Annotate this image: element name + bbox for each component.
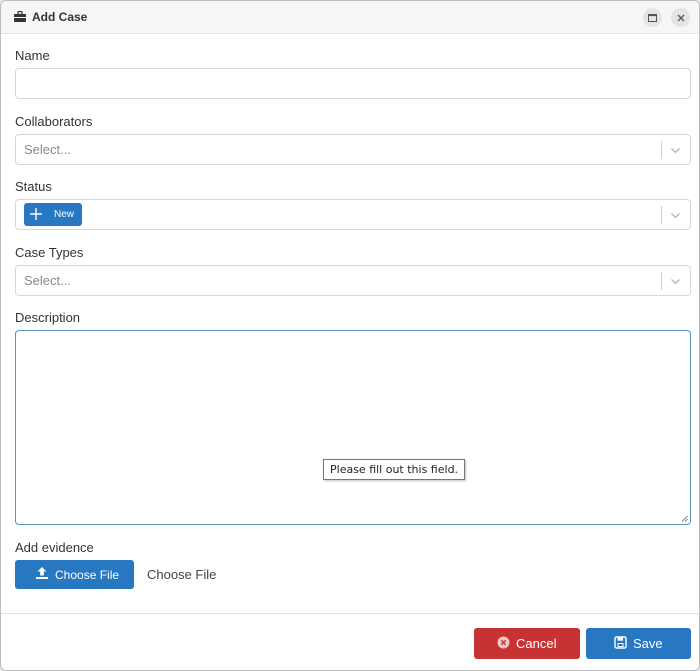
description-textarea[interactable] (15, 330, 691, 525)
status-select[interactable]: New (15, 199, 691, 230)
chevron-down-icon[interactable] (670, 276, 681, 287)
file-name-text: Choose File (147, 567, 217, 582)
resize-grip-icon[interactable] (681, 515, 688, 522)
cancel-circle-icon (497, 636, 510, 649)
maximize-icon (648, 13, 657, 22)
status-chip-new[interactable]: New (24, 203, 82, 226)
upload-icon (36, 567, 48, 579)
cancel-button-label: Cancel (516, 636, 557, 651)
choose-file-button-label: Choose File (55, 568, 120, 582)
select-divider (661, 206, 662, 224)
save-icon (614, 636, 627, 649)
case-types-select[interactable]: Select... (15, 265, 691, 296)
name-label: Name (15, 48, 50, 63)
save-button[interactable]: Save (586, 628, 691, 659)
plus-icon (30, 208, 42, 220)
select-divider (661, 141, 662, 159)
description-label: Description (15, 310, 81, 325)
footer-divider (1, 613, 699, 614)
evidence-label: Add evidence (15, 540, 94, 555)
close-button[interactable] (671, 8, 690, 27)
status-label: Status (15, 179, 52, 194)
dialog-title: Add Case (32, 10, 88, 24)
case-types-placeholder: Select... (24, 273, 71, 288)
chevron-down-icon[interactable] (670, 145, 681, 156)
collaborators-select[interactable]: Select... (15, 134, 691, 165)
chevron-down-icon[interactable] (670, 210, 681, 221)
status-chip-label: New (54, 209, 75, 220)
choose-file-button[interactable]: Choose File (15, 560, 134, 589)
dialog-titlebar: Add Case (1, 1, 699, 34)
select-divider (661, 272, 662, 290)
add-case-dialog: Add Case Name Collaborators Select... St… (0, 0, 700, 671)
cancel-button[interactable]: Cancel (474, 628, 580, 659)
close-icon (677, 14, 684, 21)
briefcase-icon (14, 11, 26, 22)
validation-tooltip: Please fill out this field. (323, 459, 466, 480)
collaborators-placeholder: Select... (24, 142, 71, 157)
save-button-label: Save (633, 636, 663, 651)
collaborators-label: Collaborators (15, 114, 93, 129)
case-types-label: Case Types (15, 245, 84, 260)
maximize-button[interactable] (643, 8, 662, 27)
name-input[interactable] (15, 68, 691, 99)
